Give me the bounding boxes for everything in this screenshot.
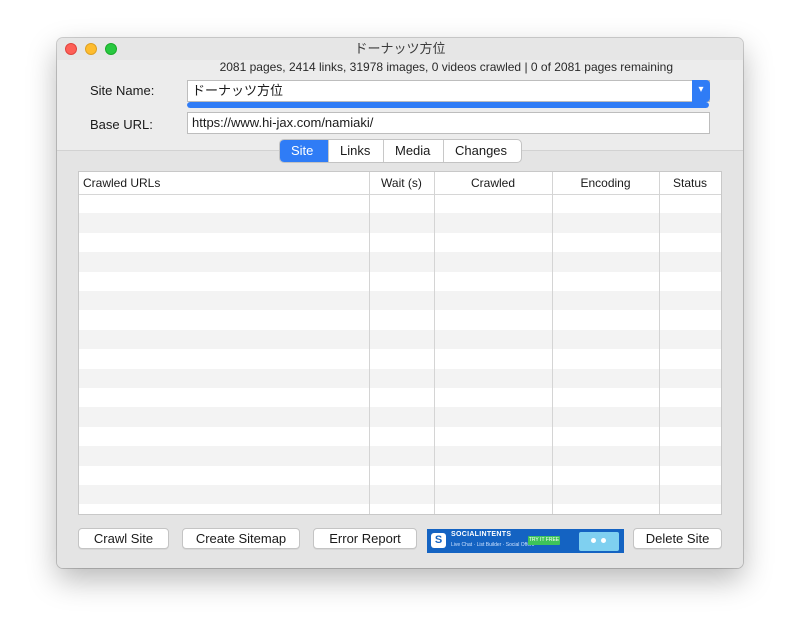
table-row[interactable] <box>79 407 721 427</box>
table-header: Crawled URLs Wait (s) Crawled Encoding S… <box>79 172 721 195</box>
crawl-site-button[interactable]: Crawl Site <box>78 528 169 549</box>
tab-bar: Site Links Media Changes <box>279 139 522 163</box>
table-row[interactable] <box>79 446 721 466</box>
table-row[interactable] <box>79 427 721 446</box>
column-header-status[interactable]: Status <box>659 172 721 194</box>
table-row[interactable] <box>79 504 721 514</box>
zoom-window-button[interactable] <box>105 43 117 55</box>
crawl-progress-fill <box>187 102 709 108</box>
table-row[interactable] <box>79 349 721 368</box>
table-row[interactable] <box>79 466 721 485</box>
crawl-progress-bar <box>187 102 709 108</box>
tab-site[interactable]: Site <box>280 140 328 162</box>
ad-cta-button[interactable]: TRY IT FREE <box>528 536 560 545</box>
ad-illustration-dot <box>591 538 596 543</box>
app-window: ドーナッツ方位 2081 pages, 2414 links, 31978 im… <box>57 38 743 568</box>
ad-banner[interactable]: S SOCIALINTENTS Live Chat · List Builder… <box>427 529 624 553</box>
ad-brand: SOCIALINTENTS <box>451 531 512 538</box>
table-row[interactable] <box>79 213 721 233</box>
table-row[interactable] <box>79 485 721 505</box>
column-divider[interactable] <box>369 172 370 514</box>
chevron-down-icon[interactable]: ▾ <box>692 80 710 102</box>
ad-illustration-dot <box>601 538 606 543</box>
ad-tagline: Live Chat · List Builder · Social Offers <box>451 542 535 548</box>
create-sitemap-button[interactable]: Create Sitemap <box>182 528 300 549</box>
error-report-button[interactable]: Error Report <box>313 528 417 549</box>
table-row[interactable] <box>79 272 721 291</box>
column-divider[interactable] <box>552 172 553 514</box>
delete-site-button[interactable]: Delete Site <box>633 528 722 549</box>
minimize-window-button[interactable] <box>85 43 97 55</box>
table-row[interactable] <box>79 252 721 272</box>
site-name-value: ドーナッツ方位 <box>192 83 284 98</box>
base-url-value: https://www.hi-jax.com/namiaki/ <box>192 115 374 130</box>
table-row[interactable] <box>79 291 721 311</box>
site-name-label: Site Name: <box>90 83 155 98</box>
table-row[interactable] <box>79 310 721 329</box>
column-divider[interactable] <box>659 172 660 514</box>
ad-illustration <box>579 532 619 551</box>
column-header-encoding[interactable]: Encoding <box>552 172 659 194</box>
socialintents-logo-icon: S <box>431 533 446 548</box>
table-row[interactable] <box>79 388 721 407</box>
title-bar[interactable]: ドーナッツ方位 <box>57 38 743 60</box>
table-row[interactable] <box>79 233 721 252</box>
tab-media[interactable]: Media <box>383 140 443 162</box>
tab-changes[interactable]: Changes <box>443 140 521 162</box>
column-header-crawled-urls[interactable]: Crawled URLs <box>79 172 369 194</box>
column-header-crawled[interactable]: Crawled <box>434 172 552 194</box>
column-divider[interactable] <box>434 172 435 514</box>
base-url-input[interactable]: https://www.hi-jax.com/namiaki/ <box>187 112 710 134</box>
window-title: ドーナッツ方位 <box>354 41 446 56</box>
crawled-urls-table[interactable]: Crawled URLs Wait (s) Crawled Encoding S… <box>78 171 722 515</box>
base-url-label: Base URL: <box>90 117 153 132</box>
table-row[interactable] <box>79 368 721 388</box>
close-window-button[interactable] <box>65 43 77 55</box>
crawl-status-text: 2081 pages, 2414 links, 31978 images, 0 … <box>219 60 673 74</box>
column-header-wait[interactable]: Wait (s) <box>369 172 434 194</box>
table-row[interactable] <box>79 194 721 213</box>
site-name-combobox[interactable]: ドーナッツ方位 ▾ <box>187 80 710 102</box>
table-row[interactable] <box>79 329 721 350</box>
tab-links[interactable]: Links <box>328 140 383 162</box>
